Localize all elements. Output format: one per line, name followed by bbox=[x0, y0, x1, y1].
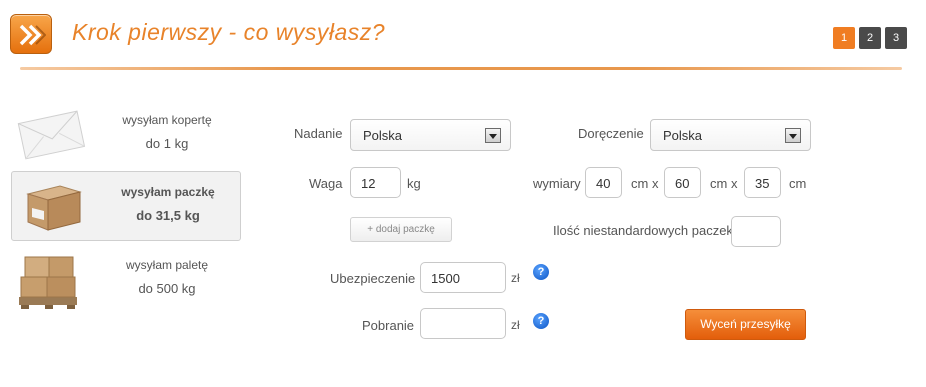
dimension-width-input[interactable]: 60 bbox=[664, 167, 701, 198]
nonstandard-label: Ilość niestandardowych paczek bbox=[553, 223, 733, 238]
help-icon[interactable]: ? bbox=[533, 313, 549, 329]
nadanie-select[interactable]: Polska bbox=[350, 119, 511, 151]
dimension-height-input[interactable]: 35 bbox=[744, 167, 781, 198]
waga-unit: kg bbox=[407, 176, 421, 191]
type-name: wysyłam paczkę bbox=[121, 185, 215, 199]
chevron-down-icon bbox=[785, 128, 801, 143]
chevron-down-icon bbox=[485, 128, 501, 143]
currency-label: zł bbox=[511, 271, 520, 285]
pallet-icon bbox=[19, 256, 77, 309]
doreczenie-select[interactable]: Polska bbox=[650, 119, 811, 151]
dimension-length-input[interactable]: 40 bbox=[585, 167, 622, 198]
type-name: wysyłam paletę bbox=[125, 258, 209, 272]
logo bbox=[10, 14, 52, 54]
ubezpieczenie-input[interactable]: 1500 bbox=[420, 262, 506, 293]
doreczenie-label: Doręczenie bbox=[578, 126, 644, 141]
type-name: wysyłam kopertę bbox=[122, 113, 212, 127]
ubezpieczenie-label: Ubezpieczenie bbox=[330, 271, 416, 286]
dimension-unit: cm bbox=[789, 176, 807, 191]
page-title: Krok pierwszy - co wysyłasz? bbox=[72, 19, 386, 45]
waga-label: Waga bbox=[309, 176, 343, 191]
pobranie-input[interactable] bbox=[420, 308, 506, 339]
header-divider bbox=[20, 67, 902, 70]
step-3-button[interactable]: 3 bbox=[885, 27, 907, 49]
type-package[interactable]: wysyłam paczkę do 31,5 kg bbox=[11, 171, 241, 241]
wymiary-label: wymiary bbox=[533, 176, 581, 191]
dimension-unit: cm x bbox=[631, 176, 659, 191]
pobranie-label: Pobranie bbox=[362, 318, 415, 333]
currency-label: zł bbox=[511, 318, 520, 332]
dimension-unit: cm x bbox=[710, 176, 738, 191]
waga-input[interactable]: 12 bbox=[350, 167, 401, 198]
nadanie-value: Polska bbox=[363, 128, 403, 143]
help-icon[interactable]: ? bbox=[533, 264, 549, 280]
doreczenie-value: Polska bbox=[663, 128, 703, 143]
step-1-button[interactable]: 1 bbox=[833, 27, 855, 49]
nadanie-label: Nadanie bbox=[294, 126, 343, 141]
type-weight: do 500 kg bbox=[138, 281, 196, 296]
calculate-price-button[interactable]: Wyceń przesyłkę bbox=[685, 309, 806, 340]
add-package-button[interactable]: + dodaj paczkę bbox=[350, 217, 452, 242]
type-weight: do 1 kg bbox=[145, 136, 189, 151]
type-envelope[interactable]: wysyłam kopertę do 1 kg bbox=[11, 99, 241, 169]
double-chevron-right-icon bbox=[19, 24, 46, 46]
step-2-button[interactable]: 2 bbox=[859, 27, 881, 49]
type-weight: do 31,5 kg bbox=[136, 208, 200, 223]
envelope-icon bbox=[17, 110, 86, 160]
box-icon bbox=[26, 185, 82, 231]
type-pallet[interactable]: wysyłam paletę do 500 kg bbox=[11, 245, 241, 315]
nonstandard-count-input[interactable] bbox=[731, 216, 781, 247]
